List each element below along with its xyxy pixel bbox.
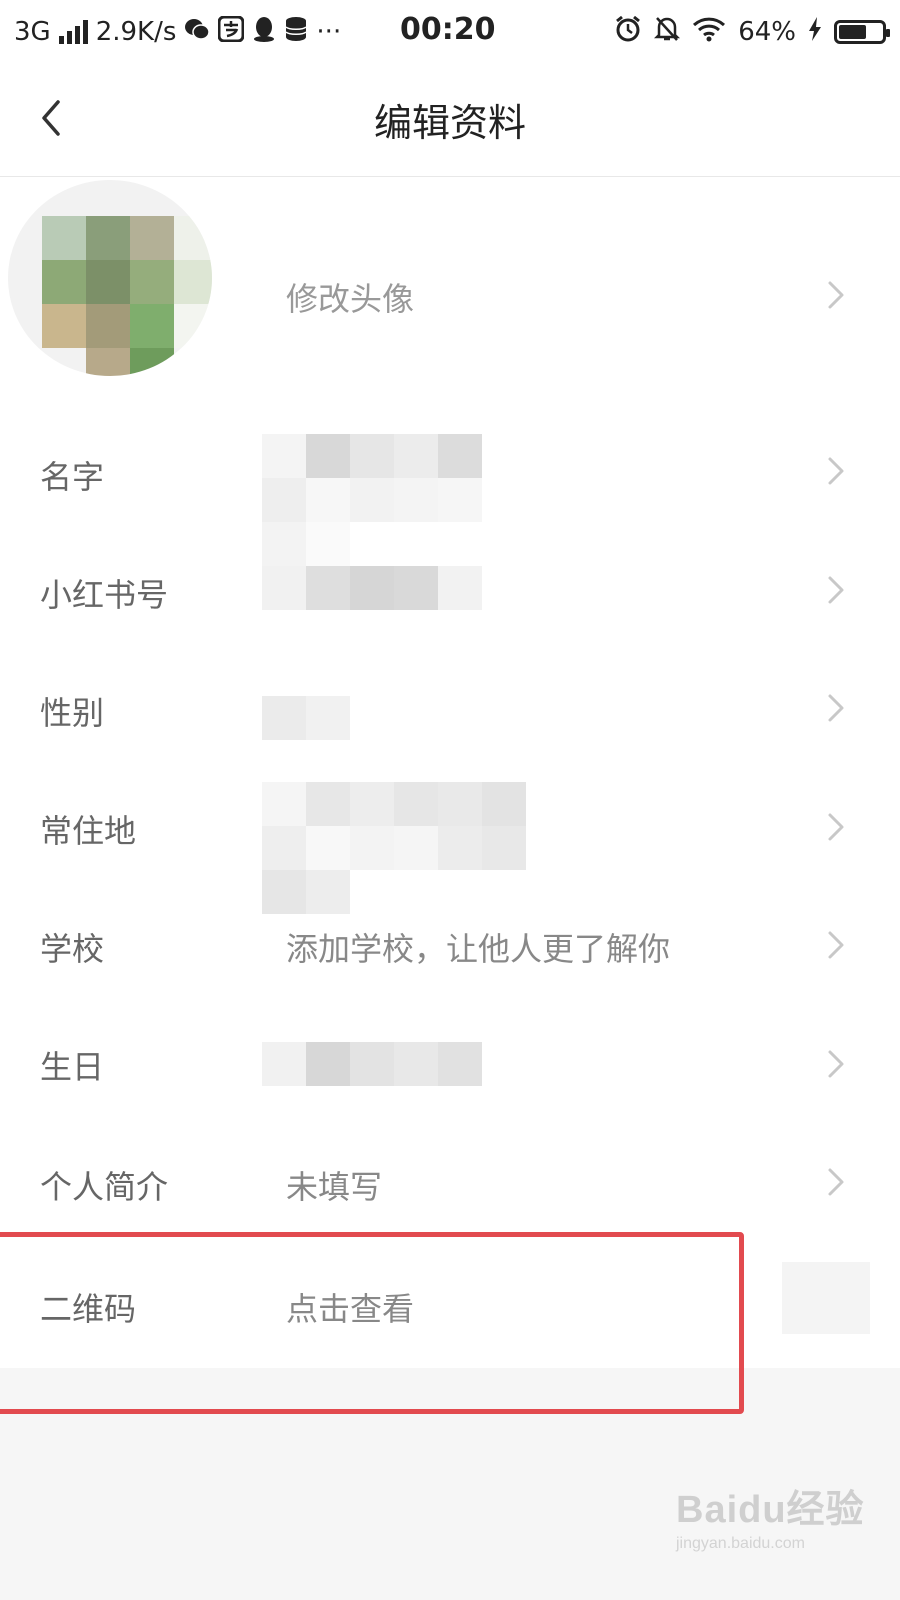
qq-icon (252, 16, 276, 49)
highlight-annotation-box (0, 1232, 744, 1414)
signal-icon (58, 20, 88, 44)
chevron-right-icon (826, 1167, 846, 1197)
red-id-value-blurred (262, 566, 482, 610)
birthday-label: 生日 (40, 1048, 105, 1086)
chevron-right-icon (826, 812, 846, 842)
more-indicator: ··· (316, 17, 342, 47)
residence-value-blurred (262, 782, 568, 914)
status-time: 00:20 (400, 12, 496, 47)
bio-value: 未填写 (286, 1168, 383, 1206)
battery-percent: 64% (738, 17, 796, 47)
birthday-value-blurred (262, 1042, 482, 1086)
watermark-url: jingyan.baidu.com (676, 1535, 805, 1552)
name-label: 名字 (40, 458, 105, 496)
battery-fill (839, 25, 866, 39)
wifi-icon (692, 16, 726, 49)
storage-icon (284, 16, 308, 49)
network-speed: 2.9K/s (95, 17, 177, 47)
chevron-right-icon (826, 1049, 846, 1079)
avatar[interactable] (8, 180, 212, 376)
network-type: 3G (14, 17, 51, 47)
chevron-right-icon (826, 280, 846, 310)
chevron-right-icon (826, 930, 846, 960)
charging-icon (808, 16, 822, 48)
status-bar-right: 64% (614, 14, 890, 50)
top-nav-bar: 编辑资料 (0, 62, 900, 177)
wechat-icon (184, 17, 211, 47)
status-bar: 3G 2.9K/s ··· 00:20 64% (0, 0, 900, 62)
page-title: 编辑资料 (373, 101, 526, 145)
school-value: 添加学校，让他人更了解你 (286, 930, 671, 968)
avatar-edit-text[interactable]: 修改头像 (286, 274, 414, 320)
qrcode-thumbnail-blurred (782, 1262, 870, 1334)
watermark: Baidu经验 jingyan.baidu.com (676, 1478, 876, 1553)
alarm-icon (614, 15, 642, 50)
name-value-blurred (262, 434, 524, 566)
gender-value-blurred (262, 696, 350, 740)
alipay-icon (217, 15, 245, 49)
chevron-right-icon (826, 456, 846, 486)
bio-label: 个人简介 (40, 1168, 169, 1206)
mute-icon (654, 15, 681, 50)
chevron-right-icon (826, 575, 846, 605)
status-bar-left: 3G 2.9K/s ··· (14, 14, 341, 50)
battery-icon (834, 20, 890, 44)
chevron-right-icon (826, 693, 846, 723)
residence-label: 常住地 (40, 812, 137, 850)
red-id-label: 小红书号 (40, 576, 169, 614)
watermark-logo: Baidu经验 (676, 1489, 865, 1531)
gender-label: 性别 (40, 694, 105, 732)
school-label: 学校 (40, 930, 105, 968)
gender-row[interactable] (0, 648, 900, 766)
